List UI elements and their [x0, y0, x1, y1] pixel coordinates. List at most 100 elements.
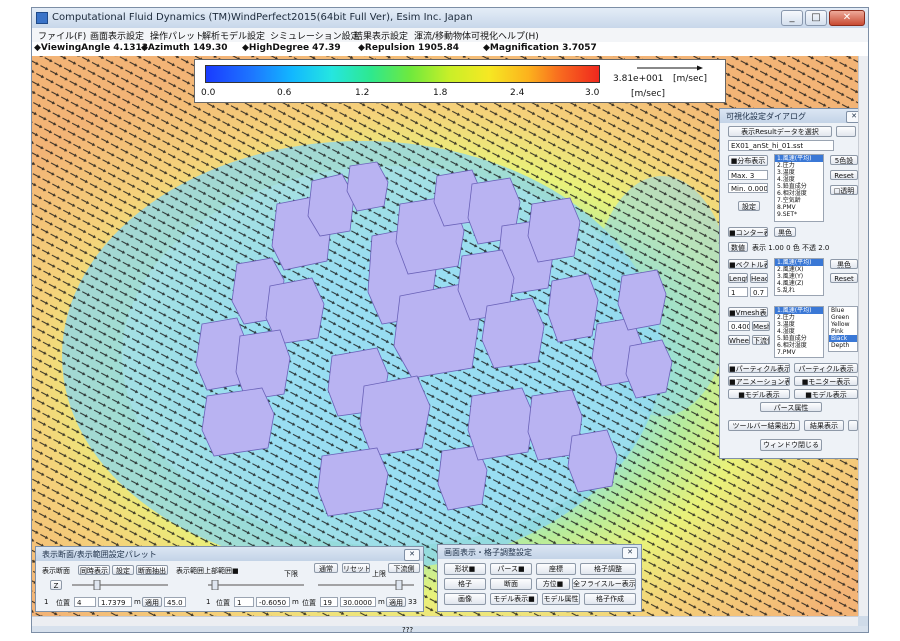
list-item[interactable]: 4.湿度	[775, 328, 823, 335]
normal-button[interactable]: 通常	[314, 563, 338, 573]
lower-value-field[interactable]: -0.6050	[256, 597, 290, 607]
dialog-close-button[interactable]: ウィンドウ閉じる	[760, 439, 822, 451]
vmesh-list[interactable]: 1.風速(平均) 2.圧力 3.温度 4.湿度 5.鉛直成分 6.相対湿度 7.…	[774, 306, 824, 358]
reset-range-button[interactable]: リセット	[342, 563, 370, 573]
list-item[interactable]: 7.空気齢	[775, 197, 823, 204]
menu-model[interactable]: 解析モデル設定	[202, 29, 265, 42]
downstream-range-button[interactable]: 下流側	[388, 563, 420, 573]
list-item[interactable]: Yellow	[829, 321, 857, 328]
result-file-field[interactable]: EX01_anSt_hi_01.sst	[728, 140, 834, 151]
list-item[interactable]: 5.鉛直成分	[775, 183, 823, 190]
list-item[interactable]: 6.相対湿度	[775, 342, 823, 349]
menu-result[interactable]: 結果表示設定	[354, 29, 408, 42]
five-color-button[interactable]: 5色設	[830, 155, 858, 165]
list-item[interactable]: 8.PMV	[775, 204, 823, 211]
upper-slider[interactable]	[316, 580, 416, 590]
numeric-button[interactable]: 数値	[728, 242, 748, 252]
dialog-title-bar[interactable]: 可視化設定ダイアログ ✕	[720, 109, 865, 123]
list-item[interactable]: 1.風速(平均)	[775, 307, 823, 314]
vector-reset-button[interactable]: Reset	[830, 273, 858, 283]
menu-visualize[interactable]: 渾流/移動物体可視化	[414, 29, 498, 42]
lower-slider[interactable]	[206, 580, 306, 590]
list-item[interactable]: 3.温度	[775, 321, 823, 328]
grid-adjust-button[interactable]: 格子調整	[580, 563, 636, 575]
list-item[interactable]: 7.PMV	[775, 349, 823, 356]
list-item[interactable]: Pink	[829, 328, 857, 335]
perspective-button[interactable]: パース■	[490, 563, 532, 575]
result-extra-button[interactable]	[848, 420, 858, 431]
list-item[interactable]: Blue	[829, 307, 857, 314]
vector-list[interactable]: 1.風速(平均) 2.風速(X) 3.風速(Y) 4.風速(Z) 5.乱れ	[774, 258, 824, 296]
select-result-extra-button[interactable]	[836, 126, 856, 137]
select-result-button[interactable]: 表示Resultデータを選択	[728, 126, 832, 137]
menu-display[interactable]: 画面表示設定	[90, 29, 144, 42]
distribution-list[interactable]: 1.風速(平均) 2.圧力 3.温度 4.湿度 5.鉛直成分 6.相対湿度 7.…	[774, 154, 824, 222]
perspective-attr-button[interactable]: パース属性	[760, 402, 822, 412]
list-item[interactable]: 2.風速(X)	[775, 266, 823, 273]
vertical-scrollbar[interactable]	[858, 56, 868, 616]
list-item[interactable]: 3.風速(Y)	[775, 273, 823, 280]
model-toggle[interactable]: ■モデル表示	[728, 389, 790, 399]
list-item[interactable]: Black	[829, 335, 857, 342]
vector-color-button[interactable]: 黒色	[830, 259, 858, 269]
flythrough-button[interactable]: 全フライスルー表示■	[572, 578, 636, 590]
head-button[interactable]: Head	[750, 273, 768, 283]
list-item[interactable]: 5.鉛直成分	[775, 335, 823, 342]
grid-button[interactable]: 格子	[444, 578, 486, 590]
list-item[interactable]: Depth	[829, 342, 857, 349]
reset-button[interactable]: Reset	[830, 170, 858, 180]
vmesh-toggle[interactable]: ■Vmesh表示	[728, 307, 768, 317]
particle-toggle[interactable]: ■パーティクル表示	[728, 363, 790, 373]
minimize-button[interactable]: _	[781, 10, 803, 26]
lower-index-field[interactable]: 1	[234, 597, 254, 607]
model-attr-button[interactable]: モデル属性	[542, 593, 580, 605]
mesh-field[interactable]: 0.4000	[728, 321, 750, 331]
coordinate-button[interactable]: 座標	[536, 563, 576, 575]
color-list[interactable]: Blue Green Yellow Pink Black Depth	[828, 306, 858, 352]
grid-create-button[interactable]: 格子作成	[584, 593, 636, 605]
min-field[interactable]: Min. 0.00000	[728, 183, 768, 193]
menu-help[interactable]: ヘルプ(H)	[498, 29, 539, 42]
grid-palette-close-icon[interactable]: ✕	[622, 547, 638, 559]
toolbar-output-button[interactable]: ツールバー結果出力	[728, 420, 800, 431]
list-item[interactable]: 9.SET*	[775, 211, 823, 218]
section-set-button[interactable]: 設定	[112, 565, 134, 575]
length-field[interactable]: 1	[728, 287, 748, 297]
list-item[interactable]: 1.風速(平均)	[775, 155, 823, 162]
palette-close-icon[interactable]: ✕	[404, 549, 420, 561]
apply-upper-button[interactable]: 適用	[386, 597, 406, 607]
list-item[interactable]: Green	[829, 314, 857, 321]
mesh-button[interactable]: Mesh	[752, 321, 770, 331]
list-item[interactable]: 6.相対湿度	[775, 190, 823, 197]
maximize-button[interactable]: □	[805, 10, 827, 26]
image-button[interactable]: 画像	[444, 593, 486, 605]
angle-field[interactable]: 45.0	[164, 597, 186, 607]
axis-z-button[interactable]: Z	[50, 580, 62, 590]
contour-color-button[interactable]: 黒色	[774, 227, 796, 237]
close-button[interactable]: ✕	[829, 10, 865, 26]
list-item[interactable]: 3.温度	[775, 169, 823, 176]
grid-palette-title-bar[interactable]: 画面表示・格子調整設定 ✕	[438, 545, 641, 559]
pos-value-field[interactable]: 1.7379	[98, 597, 132, 607]
contour-toggle[interactable]: ■コンター表示	[728, 227, 768, 237]
upper-value-field[interactable]: 30.0000	[340, 597, 376, 607]
list-item[interactable]: 1.風速(平均)	[775, 259, 823, 266]
max-field[interactable]: Max. 3	[728, 170, 768, 180]
apply-button[interactable]: 適用	[142, 597, 162, 607]
upper-index-field[interactable]: 19	[320, 597, 338, 607]
model-display-button[interactable]: ■モデル表示	[794, 389, 858, 399]
palette-title-bar[interactable]: 表示断面/表示範囲設定パレット ✕	[36, 547, 423, 561]
monitor-toggle[interactable]: ■モニター表示	[794, 376, 858, 386]
particle-display-button[interactable]: パーティクル表示	[794, 363, 858, 373]
title-bar[interactable]: Computational Fluid Dynamics (TM)WindPer…	[32, 8, 868, 28]
menu-simulation[interactable]: シミュレーション設定	[270, 29, 360, 42]
section-slider[interactable]	[70, 580, 170, 590]
list-item[interactable]: 2.圧力	[775, 162, 823, 169]
pos-index-field[interactable]: 4	[74, 597, 96, 607]
list-item[interactable]: 5.乱れ	[775, 287, 823, 294]
simul-display-button[interactable]: 同時表示	[78, 565, 110, 575]
list-item[interactable]: 4.風速(Z)	[775, 280, 823, 287]
model-display-button[interactable]: モデル表示■	[490, 593, 538, 605]
list-item[interactable]: 2.圧力	[775, 314, 823, 321]
wheel-button[interactable]: Wheel	[728, 335, 750, 345]
